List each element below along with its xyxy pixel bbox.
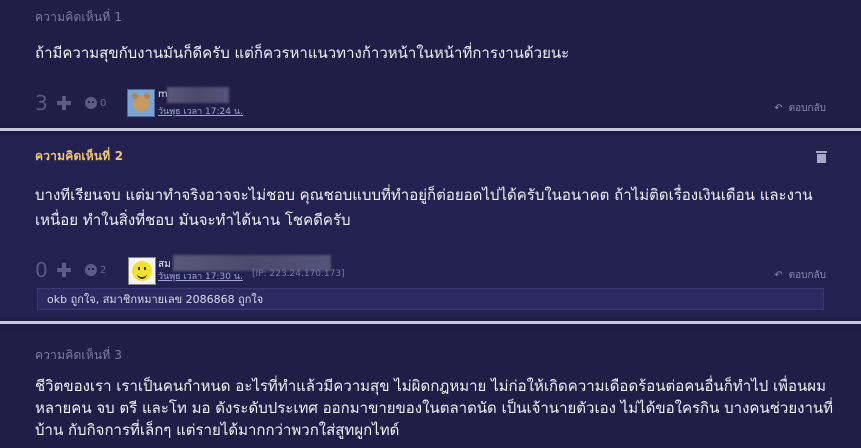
reply-button[interactable]: ↶ ตอบกลับ [774, 101, 826, 116]
reply-button[interactable]: ↶ ตอบกลับ [774, 268, 826, 283]
separator [0, 128, 861, 131]
trash-icon[interactable] [816, 151, 827, 163]
plus-icon[interactable] [57, 263, 71, 277]
reply-arrow-icon: ↶ [774, 103, 783, 114]
reply-arrow-icon: ↶ [774, 270, 783, 281]
separator [0, 321, 861, 324]
avatar[interactable] [127, 89, 155, 117]
comment-text: ชีวิตของเรา เราเป็นคนกำหนด อะไรที่ทำแล้ว… [35, 377, 834, 439]
avatar[interactable] [128, 257, 156, 285]
username-redaction [167, 87, 229, 103]
comment-title: ความคิดเห็นที่ 1 [35, 10, 123, 24]
smiley-icon [132, 261, 152, 281]
emotion-count: 0 [100, 97, 107, 109]
comment-text: ถ้ามีความสุขกับงานมันก็ดีครับ แต่ก็ควรหา… [35, 44, 570, 62]
comment-text: บางทีเรียนจบ แต่มาทำจริงอาจจะไม่ชอบ คุณช… [35, 186, 813, 229]
plus-icon[interactable] [57, 96, 71, 110]
reply-label: ตอบกลับ [788, 103, 826, 114]
post-time[interactable]: วันพุธ เวลา 17:24 น. [158, 104, 243, 118]
emotion-count: 2 [100, 264, 107, 276]
comment-3: ความคิดเห็นที่ 3 ชีวิตของเรา เราเป็นคนกำ… [0, 330, 861, 448]
likes-box: okb ถูกใจ, สมาชิกหมายเลข 2086868 ถูกใจ [37, 288, 824, 310]
reply-label: ตอบกลับ [788, 270, 826, 281]
post-time[interactable]: วันพุธ เวลา 17:30 น. [158, 269, 243, 283]
comment-1: ความคิดเห็นที่ 1 ถ้ามีความสุขกับงานมันก็… [0, 0, 861, 125]
ip-address: [IP: 223.24.170.173] [252, 269, 345, 279]
emotion-icon[interactable] [85, 97, 97, 109]
vote-bar: 3 0 [35, 88, 106, 118]
emotion-icon[interactable] [85, 264, 97, 276]
vote-score: 0 [35, 258, 48, 282]
vote-score: 3 [35, 91, 48, 115]
bear-icon [132, 93, 150, 112]
comment-2: ความคิดเห็นที่ 2 บางทีเรียนจบ แต่มาทำจริ… [0, 135, 861, 317]
vote-bar: 0 2 [35, 255, 106, 285]
comment-title: ความคิดเห็นที่ 3 [35, 348, 123, 362]
comment-title: ความคิดเห็นที่ 2 [35, 149, 124, 163]
